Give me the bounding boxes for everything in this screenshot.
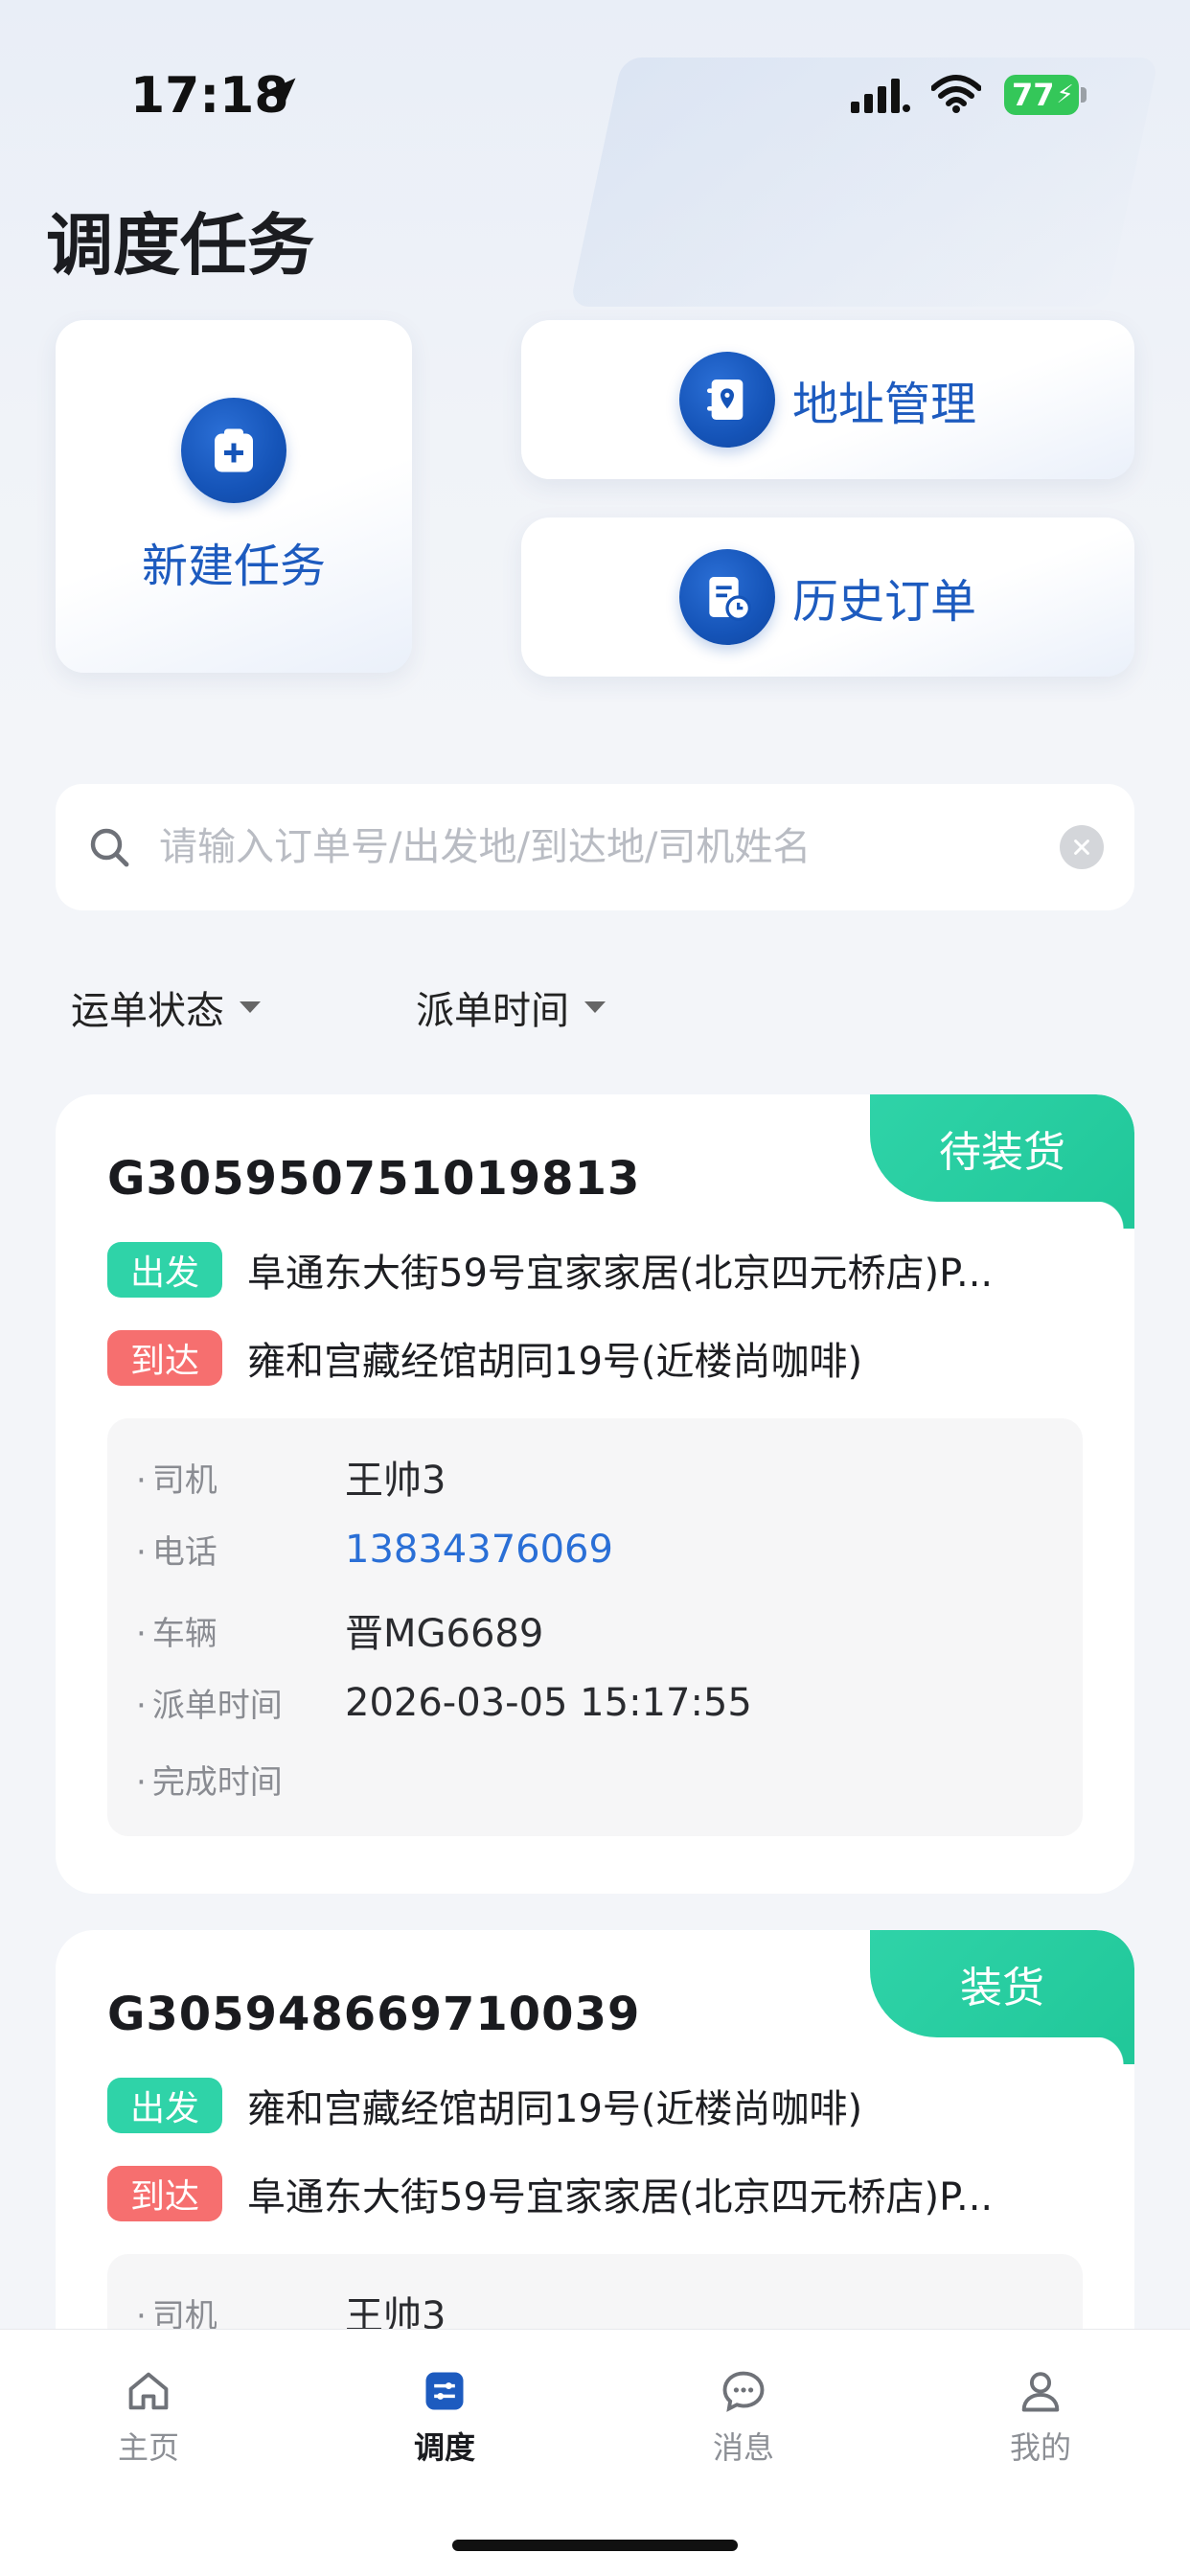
dispatch-icon <box>425 2372 464 2410</box>
new-task-icon-badge <box>181 398 286 503</box>
departure-address: 阜通东大街59号宜家家居(北京四元桥店)P... <box>247 1252 994 1296</box>
arrival-tag: 到达 <box>107 1330 222 1386</box>
phone-label: 电话 <box>136 1526 345 1573</box>
dispatch-time-value: 2026-03-05 15:17:55 <box>345 1680 752 1725</box>
new-task-button[interactable]: 新建任务 <box>56 320 412 673</box>
status-filter-label: 运单状态 <box>71 989 224 1033</box>
battery-level: 77 <box>1012 77 1055 113</box>
tab-home[interactable]: 主页 <box>53 2366 244 2468</box>
order-number: G305950751019813 <box>107 1152 641 1206</box>
dispatch-time-label: 派单时间 <box>136 1679 345 1726</box>
address-icon-badge <box>678 352 775 448</box>
order-number: G305948669710039 <box>107 1988 641 2041</box>
arrival-address: 阜通东大街59号宜家家居(北京四元桥店)P... <box>247 2175 994 2220</box>
wifi-icon <box>931 75 981 113</box>
tab-dispatch[interactable]: 调度 <box>349 2366 540 2468</box>
vehicle-plate: 晋MG6689 <box>345 1612 544 1656</box>
tab-messages-label: 消息 <box>712 2429 774 2466</box>
add-clipboard-icon <box>215 428 253 472</box>
dispatch-time-filter-label: 派单时间 <box>416 989 569 1033</box>
order-status-badge: 装货 <box>870 1930 1134 2064</box>
driver-phone-link[interactable]: 13834376069 <box>345 1528 613 1572</box>
finish-time-label: 完成时间 <box>136 1756 345 1803</box>
battery-indicator: 77 ⚡ <box>1004 75 1079 115</box>
departure-row: 出发 雍和宫藏经馆胡同19号(近楼尚咖啡) <box>107 2078 1071 2133</box>
tab-mine[interactable]: 我的 <box>945 2366 1136 2468</box>
address-management-label: 地址管理 <box>791 378 976 431</box>
tab-dispatch-label: 调度 <box>413 2429 475 2466</box>
finish-time-row: 完成时间 <box>136 1756 345 1803</box>
arrival-row: 到达 雍和宫藏经馆胡同19号(近楼尚咖啡) <box>107 1330 1071 1386</box>
clear-search-icon[interactable] <box>1060 825 1104 869</box>
cellular-signal-icon <box>851 79 910 113</box>
driver-name: 王帅3 <box>345 1459 446 1503</box>
phone-row: 电话 13834376069 <box>136 1526 613 1573</box>
order-card[interactable]: 待装货 G305950751019813 出发 阜通东大街59号宜家家居(北京四… <box>56 1094 1134 1894</box>
history-order-icon <box>709 577 751 621</box>
location-arrow-icon <box>263 78 296 110</box>
tab-home-label: 主页 <box>117 2429 179 2466</box>
history-icon-badge <box>678 549 775 645</box>
home-icon <box>128 2372 169 2410</box>
search-icon <box>90 828 129 867</box>
new-task-label: 新建任务 <box>141 540 326 593</box>
arrival-tag: 到达 <box>107 2166 222 2221</box>
vehicle-row: 车辆 晋MG6689 <box>136 1602 544 1658</box>
home-indicator <box>452 2540 738 2551</box>
user-icon <box>1021 2372 1060 2412</box>
departure-tag: 出发 <box>107 1242 222 1298</box>
status-filter-dropdown[interactable]: 运单状态 <box>71 979 261 1035</box>
caret-down-icon <box>240 1001 261 1013</box>
status-bar: 17:18 77 ⚡ <box>0 0 1190 192</box>
driver-row: 司机 王帅3 <box>136 1449 446 1505</box>
tab-mine-label: 我的 <box>1009 2429 1071 2466</box>
search-bar <box>56 784 1134 910</box>
dispatch-time-row: 派单时间 2026-03-05 15:17:55 <box>136 1679 752 1726</box>
departure-tag: 出发 <box>107 2078 222 2133</box>
arrival-address: 雍和宫藏经馆胡同19号(近楼尚咖啡) <box>247 1340 863 1384</box>
address-book-icon <box>706 380 744 420</box>
order-status-badge: 待装货 <box>870 1094 1134 1229</box>
departure-address: 雍和宫藏经馆胡同19号(近楼尚咖啡) <box>247 2087 863 2131</box>
message-bubble-icon <box>722 2371 765 2412</box>
search-input[interactable] <box>159 825 1060 869</box>
caret-down-icon <box>584 1001 606 1013</box>
page-title: 调度任务 <box>46 206 314 285</box>
history-orders-button[interactable]: 历史订单 <box>521 518 1134 677</box>
arrival-row: 到达 阜通东大街59号宜家家居(北京四元桥店)P... <box>107 2166 1071 2221</box>
departure-row: 出发 阜通东大街59号宜家家居(北京四元桥店)P... <box>107 1242 1071 1298</box>
tab-messages[interactable]: 消息 <box>648 2366 839 2468</box>
order-details: 司机 王帅3 电话 13834376069 车辆 晋MG6689 派单时间 20… <box>107 1418 1083 1836</box>
dispatch-time-filter-dropdown[interactable]: 派单时间 <box>416 979 606 1035</box>
battery-tip <box>1081 87 1087 103</box>
history-orders-label: 历史订单 <box>791 575 976 629</box>
driver-label: 司机 <box>136 1454 345 1501</box>
charging-icon: ⚡ <box>1056 80 1074 109</box>
vehicle-label: 车辆 <box>136 1607 345 1654</box>
address-management-button[interactable]: 地址管理 <box>521 320 1134 479</box>
